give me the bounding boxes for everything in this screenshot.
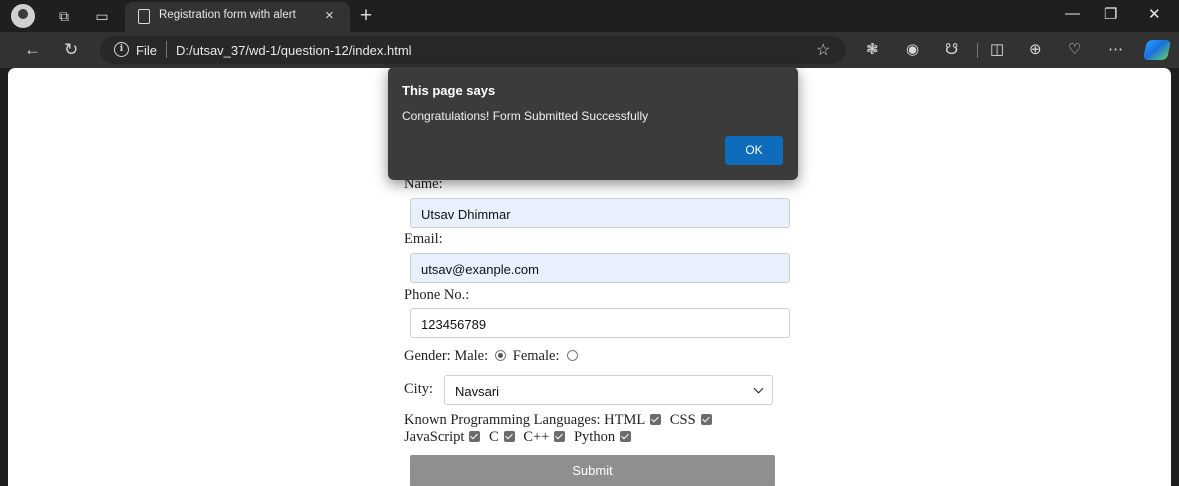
tab-actions-icon[interactable]: ▭ — [92, 6, 112, 26]
email-input[interactable]: utsav@exanple.com — [410, 253, 790, 283]
browser-essentials-icon[interactable]: ☋ — [945, 40, 958, 60]
checkbox-python[interactable] — [620, 431, 632, 442]
back-arrow-icon[interactable]: ← — [24, 40, 41, 60]
refresh-icon[interactable]: ↻ — [64, 40, 78, 60]
language-label-html: HTML — [604, 412, 646, 428]
language-label-python: Python — [573, 429, 616, 445]
toolbar-divider — [977, 43, 978, 58]
city-selected-value: Navsari — [455, 384, 500, 399]
workspaces-icon[interactable]: ⧉ — [54, 6, 74, 26]
checkbox-c[interactable] — [503, 431, 515, 442]
record-icon[interactable]: ◉ — [906, 40, 919, 60]
navigation-bar: ← ↻ i File D:/utsav_37/wd-1/question-12/… — [0, 32, 1179, 68]
url-text[interactable]: D:/utsav_37/wd-1/question-12/index.html — [176, 43, 412, 58]
close-tab-icon[interactable]: × — [325, 7, 334, 24]
language-label-cpp: C++ — [523, 429, 550, 445]
city-label: City: — [404, 381, 434, 397]
alert-dialog: This page says Congratulations! Form Sub… — [388, 67, 798, 180]
language-label-c: C — [489, 429, 499, 445]
email-label: Email: — [404, 231, 443, 247]
page-icon — [138, 9, 150, 24]
address-bar[interactable]: i File D:/utsav_37/wd-1/question-12/inde… — [100, 36, 846, 64]
female-label: Female: — [512, 348, 560, 364]
male-label: Male: — [454, 348, 489, 364]
phone-label: Phone No.: — [404, 287, 470, 303]
collections-icon[interactable]: ⊕ — [1029, 40, 1042, 60]
city-select[interactable]: Navsari — [444, 375, 773, 405]
tab-strip: ⧉ ▭ Registration form with alert × + — ❐… — [0, 0, 1179, 32]
new-tab-button[interactable]: + — [356, 5, 376, 26]
language-label-css: CSS — [669, 412, 696, 428]
scheme-label: File — [136, 43, 157, 58]
checkbox-html[interactable] — [650, 414, 662, 425]
female-radio[interactable] — [566, 350, 578, 361]
copilot-icon[interactable] — [1142, 40, 1172, 60]
favorite-star-icon[interactable]: ☆ — [816, 40, 830, 60]
health-icon[interactable]: ♡ — [1068, 40, 1081, 60]
language-label-javascript: JavaScript — [404, 429, 465, 445]
languages-group: Known Programming Languages: HTML CSS Ja… — [404, 412, 764, 446]
extension-icon[interactable]: ❃ — [866, 40, 879, 60]
ok-button[interactable]: OK — [725, 136, 783, 165]
dialog-message: Congratulations! Form Submitted Successf… — [402, 109, 649, 123]
phone-input[interactable]: 123456789 — [410, 308, 790, 338]
address-divider — [166, 41, 167, 58]
gender-group: Gender: Male: Female: — [404, 348, 581, 365]
submit-button[interactable]: Submit — [410, 455, 775, 486]
info-icon[interactable]: i — [114, 42, 129, 57]
checkbox-cpp[interactable] — [554, 431, 566, 442]
dialog-title: This page says — [402, 83, 496, 98]
split-screen-icon[interactable]: ◫ — [990, 40, 1004, 60]
restore-icon[interactable]: ❐ — [1104, 5, 1117, 23]
chevron-down-icon — [753, 383, 764, 394]
male-radio[interactable] — [495, 350, 507, 361]
close-window-icon[interactable]: ✕ — [1148, 5, 1161, 23]
more-menu-icon[interactable]: ⋯ — [1108, 40, 1123, 60]
minimize-icon[interactable]: — — [1065, 5, 1080, 22]
tab-registration-form[interactable]: Registration form with alert × — [125, 2, 350, 32]
checkbox-css[interactable] — [700, 414, 712, 425]
tab-title: Registration form with alert — [159, 9, 296, 21]
checkbox-javascript[interactable] — [469, 431, 481, 442]
gender-label: Gender: — [404, 348, 451, 364]
name-input[interactable]: Utsav Dhimmar — [410, 198, 790, 228]
languages-label: Known Programming Languages: — [404, 412, 601, 428]
profile-avatar-icon[interactable] — [11, 4, 35, 28]
